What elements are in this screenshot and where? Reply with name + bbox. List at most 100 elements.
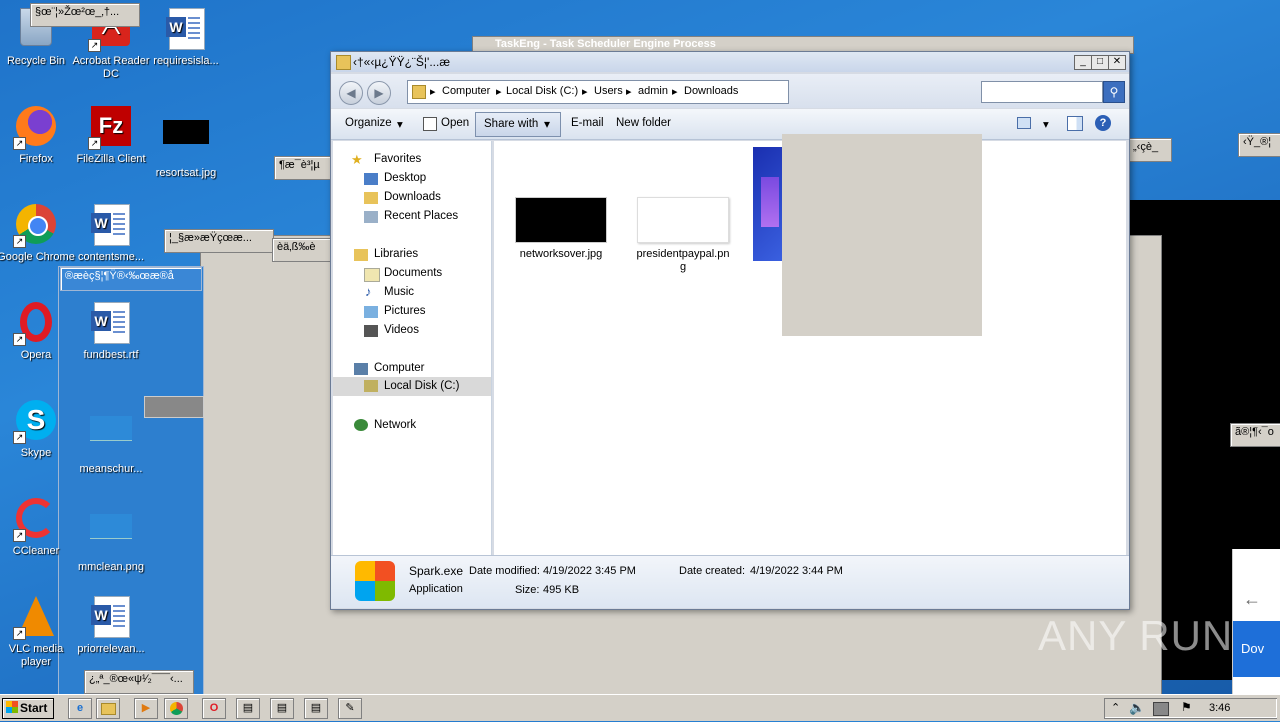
gray-bar bbox=[144, 396, 204, 418]
folder-icon bbox=[336, 55, 351, 70]
preview-pane-icon[interactable] bbox=[1067, 116, 1083, 131]
opera-icon[interactable]: ↗ Opera bbox=[0, 302, 75, 362]
chevron-down-icon[interactable]: ▸ bbox=[430, 85, 436, 98]
nav-local-disk-selected[interactable]: Local Disk (C:) bbox=[333, 377, 491, 396]
nav-videos[interactable]: Videos bbox=[384, 324, 419, 336]
mmclean-image-icon[interactable]: mmclean.png bbox=[72, 498, 150, 574]
maximize-button[interactable]: □ bbox=[1091, 55, 1109, 70]
vlc-icon[interactable]: ↗ VLC media player bbox=[0, 596, 75, 669]
priorrelevan-doc-icon[interactable]: priorrelevan... bbox=[72, 596, 150, 656]
chevron-right-icon[interactable]: ▸ bbox=[582, 85, 588, 98]
back-button[interactable]: ◀ bbox=[339, 81, 363, 105]
nav-pictures[interactable]: Pictures bbox=[384, 305, 426, 317]
resortsat-image-icon[interactable]: resortsat.jpg bbox=[147, 106, 225, 180]
chevron-down-icon: ▾ bbox=[544, 117, 551, 131]
explorer-titlebar[interactable]: ‹†«‹µ¿ŸŸ¿¨Š¦'...æ _ □ ✕ bbox=[331, 52, 1129, 72]
chevron-right-icon[interactable]: ▸ bbox=[626, 85, 632, 98]
email-button[interactable]: E-mail bbox=[571, 117, 604, 129]
chevron-down-icon[interactable]: ▾ bbox=[1043, 117, 1049, 131]
notepad-icon[interactable]: ✎ bbox=[338, 698, 362, 719]
nav-downloads[interactable]: Downloads bbox=[384, 191, 441, 203]
ie-icon[interactable]: e bbox=[68, 698, 92, 719]
nav-favorites[interactable]: Favorites bbox=[374, 153, 421, 165]
search-icon[interactable]: ⚲ bbox=[1103, 81, 1125, 103]
garbled-popup-2[interactable]: ¶æ¯è³¦µ bbox=[274, 156, 334, 180]
google-chrome-icon[interactable]: ↗ Google Chrome bbox=[0, 204, 75, 264]
pictures-icon bbox=[364, 306, 378, 318]
view-icon[interactable] bbox=[1017, 117, 1031, 129]
documents-icon bbox=[364, 268, 380, 282]
detail-created-label: Date created: bbox=[679, 565, 746, 577]
word-doc-icon bbox=[91, 302, 130, 344]
garbled-popup-6[interactable]: ¿„ª_®œ«ψ¹⁄₂¯¯¯‹... bbox=[84, 670, 194, 694]
nav-desktop[interactable]: Desktop bbox=[384, 172, 426, 184]
nav-documents[interactable]: Documents bbox=[384, 267, 442, 279]
garbled-popup-5[interactable]: èä‚ß‰è bbox=[272, 238, 334, 262]
clock[interactable]: 3:46 bbox=[1209, 702, 1230, 714]
file-item[interactable]: networksover.jpg bbox=[506, 197, 616, 261]
chevron-right-icon[interactable]: ▸ bbox=[672, 85, 678, 98]
new-folder-button[interactable]: New folder bbox=[616, 117, 671, 129]
image-thumbnail bbox=[515, 197, 607, 243]
volume-icon[interactable]: 🔈 bbox=[1129, 700, 1145, 716]
nav-network[interactable]: Network bbox=[374, 419, 416, 431]
breadcrumb-downloads[interactable]: Downloads bbox=[684, 85, 738, 97]
organize-button[interactable]: Organize bbox=[345, 117, 392, 129]
opera-taskbar-icon[interactable]: O bbox=[202, 698, 226, 719]
chevron-right-icon[interactable]: ▸ bbox=[496, 85, 502, 98]
libraries-icon bbox=[354, 249, 368, 261]
window-button-2[interactable]: ▤ bbox=[270, 698, 294, 719]
help-icon[interactable]: ? bbox=[1095, 115, 1111, 131]
garbled-popup-7[interactable]: ‹Ÿ_®¦ bbox=[1238, 133, 1280, 157]
executable-thumbnail[interactable] bbox=[753, 147, 783, 261]
breadcrumb-admin[interactable]: admin bbox=[638, 85, 668, 97]
app-icon bbox=[761, 177, 779, 227]
explorer-taskbar-icon[interactable] bbox=[96, 698, 120, 719]
breadcrumb-users[interactable]: Users bbox=[594, 85, 623, 97]
nav-recent-places[interactable]: Recent Places bbox=[384, 210, 458, 222]
download-button[interactable]: Dov bbox=[1233, 621, 1280, 677]
window-button-3[interactable]: ▤ bbox=[304, 698, 328, 719]
desktop-icon bbox=[364, 173, 378, 185]
nav-libraries[interactable]: Libraries bbox=[374, 248, 418, 260]
nav-music[interactable]: Music bbox=[384, 286, 414, 298]
garbled-popup-1[interactable]: §œ¨¦»Žœ²œ_‚†... bbox=[30, 3, 140, 27]
close-button[interactable]: ✕ bbox=[1108, 55, 1126, 70]
nav-computer[interactable]: Computer bbox=[374, 362, 425, 374]
open-icon bbox=[423, 117, 437, 131]
ccleaner-icon[interactable]: ↗ CCleaner bbox=[0, 498, 75, 558]
search-input[interactable] bbox=[981, 81, 1103, 103]
recent-places-icon bbox=[364, 211, 378, 223]
breadcrumb-computer[interactable]: Computer bbox=[442, 85, 490, 97]
forward-button[interactable]: ▶ bbox=[367, 81, 391, 105]
share-with-button[interactable]: Share with ▾ bbox=[475, 112, 561, 137]
flag-icon[interactable]: ⚑ bbox=[1181, 700, 1192, 714]
back-arrow-icon[interactable]: ← bbox=[1243, 589, 1261, 610]
breadcrumb-localdisk[interactable]: Local Disk (C:) bbox=[506, 85, 578, 97]
file-item[interactable]: presidentpaypal.png bbox=[628, 197, 738, 274]
fundbest-doc-icon[interactable]: fundbest.rtf bbox=[72, 302, 150, 362]
media-player-icon[interactable]: ▶ bbox=[134, 698, 158, 719]
chrome-taskbar-icon[interactable] bbox=[164, 698, 188, 719]
address-bar[interactable]: ▸ Computer ▸ Local Disk (C:) ▸ Users ▸ a… bbox=[407, 80, 789, 104]
garbled-popup-9[interactable]: ã®¦¶‹¯o bbox=[1230, 423, 1280, 447]
word-doc-icon bbox=[91, 596, 130, 638]
windows-logo-icon bbox=[355, 561, 395, 601]
filezilla-icon[interactable]: Fz ↗ FileZilla Client bbox=[72, 106, 150, 166]
meanschur-file-icon[interactable]: meanschur... bbox=[72, 400, 150, 476]
contentsme-doc-icon[interactable]: contentsme... bbox=[72, 204, 150, 264]
anyrun-watermark: ANY RUN bbox=[1038, 612, 1234, 659]
open-button[interactable]: Open bbox=[441, 117, 469, 129]
requiresisla-doc-icon[interactable]: requiresisla... bbox=[147, 8, 225, 68]
network-tray-icon[interactable] bbox=[1153, 702, 1169, 716]
garbled-popup-8[interactable]: „‹çè_ bbox=[1128, 138, 1172, 162]
garbled-popup-4[interactable]: ®æèç§¦¶Ÿ®‹‰œæ®å bbox=[60, 267, 202, 291]
skype-icon[interactable]: S ↗ Skype bbox=[0, 400, 75, 460]
start-button[interactable]: Start bbox=[2, 698, 54, 719]
firefox-icon[interactable]: ↗ Firefox bbox=[0, 106, 75, 166]
tray-expand-icon[interactable]: ⌃ bbox=[1111, 701, 1120, 714]
minimize-button[interactable]: _ bbox=[1074, 55, 1092, 70]
garbled-popup-3[interactable]: ¦_§æ»æŸçœæ... bbox=[164, 229, 274, 253]
window-button-1[interactable]: ▤ bbox=[236, 698, 260, 719]
chevron-down-icon[interactable]: ▾ bbox=[397, 117, 403, 131]
